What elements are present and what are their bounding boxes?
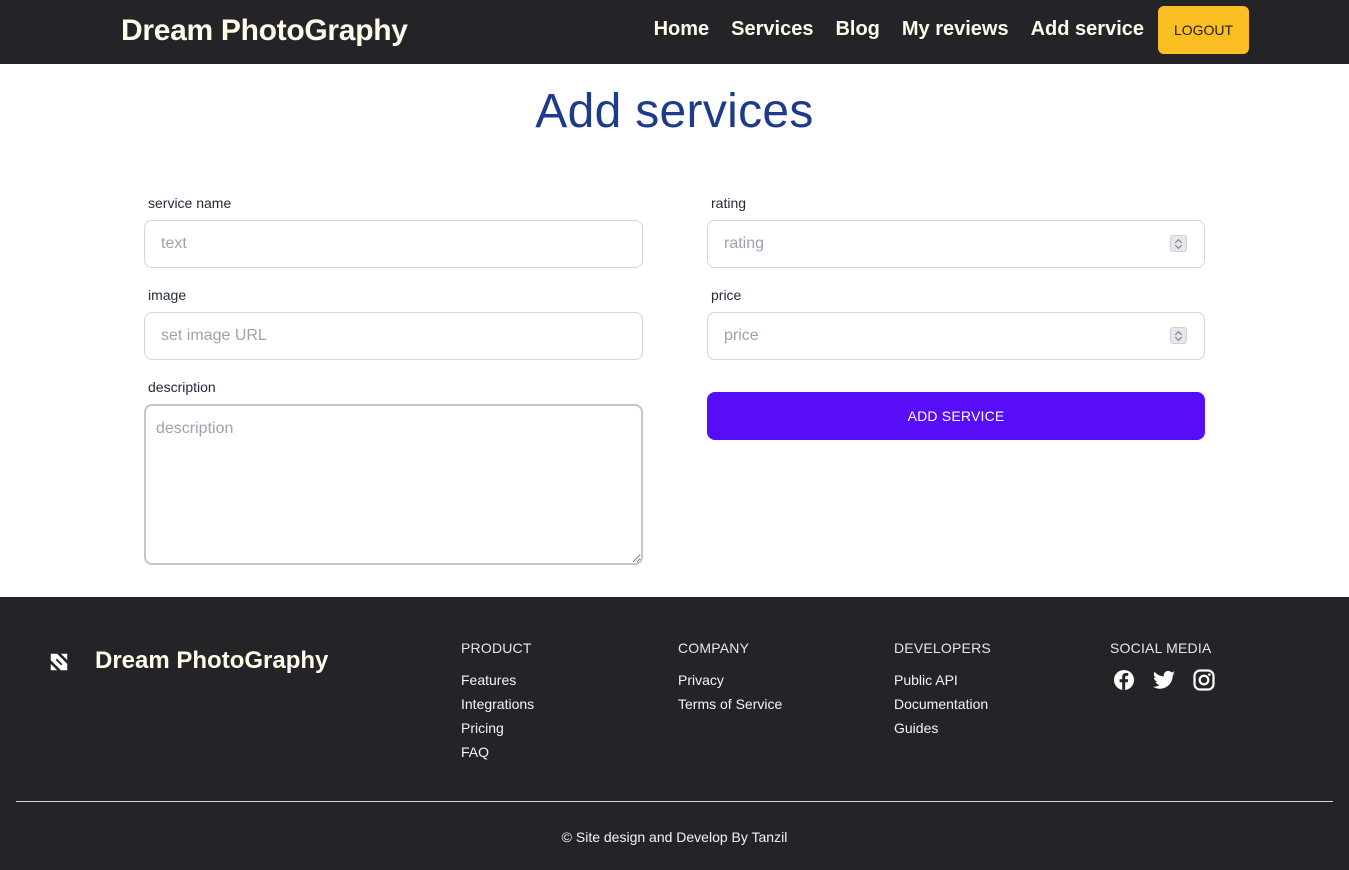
price-input[interactable] [707, 312, 1205, 360]
footer-link-documentation[interactable]: Documentation [894, 692, 991, 716]
footer-social-column: SOCIAL MEDIA [1110, 640, 1216, 692]
price-spinner-icon[interactable] [1170, 327, 1187, 344]
site-brand[interactable]: Dream PhotoGraphy [121, 14, 408, 48]
footer-link-pricing[interactable]: Pricing [461, 716, 534, 740]
page-title: Add services [535, 85, 814, 138]
nav-add-service-link[interactable]: Add service [1031, 16, 1144, 42]
nav-my-reviews-link[interactable]: My reviews [902, 16, 1009, 42]
top-navbar: Dream PhotoGraphy Home Services Blog My … [0, 0, 1349, 64]
footer-link-guides[interactable]: Guides [894, 716, 991, 740]
nav-services-link[interactable]: Services [731, 16, 813, 42]
nav-home-link[interactable]: Home [654, 16, 710, 42]
footer-link-public-api[interactable]: Public API [894, 668, 991, 692]
logout-button[interactable]: LOGOUT [1158, 6, 1249, 54]
footer-company-heading: COMPANY [678, 640, 750, 656]
description-textarea[interactable] [144, 404, 643, 565]
facebook-icon[interactable] [1112, 668, 1136, 692]
footer-developers-column: DEVELOPERS Public API Documentation Guid… [894, 640, 991, 740]
footer-brand: Dream PhotoGraphy [95, 647, 329, 674]
footer-social-heading: SOCIAL MEDIA [1110, 640, 1212, 656]
footer-link-terms[interactable]: Terms of Service [678, 692, 782, 716]
price-label: price [711, 287, 742, 303]
brand-logo-icon [50, 653, 68, 671]
site-footer: Dream PhotoGraphy PRODUCT Features Integ… [0, 597, 1349, 870]
footer-product-heading: PRODUCT [461, 640, 532, 656]
twitter-icon[interactable] [1152, 668, 1176, 692]
nav-blog-link[interactable]: Blog [835, 16, 879, 42]
footer-company-column: COMPANY Privacy Terms of Service [678, 640, 782, 716]
footer-developers-heading: DEVELOPERS [894, 640, 991, 656]
social-icons [1112, 668, 1216, 692]
description-label: description [148, 379, 216, 395]
service-name-input[interactable] [144, 220, 643, 268]
main-nav: Home Services Blog My reviews Add servic… [632, 16, 1144, 42]
footer-divider [16, 801, 1333, 802]
copyright-text: © Site design and Develop By Tanzil [561, 829, 788, 845]
service-name-label: service name [148, 195, 232, 211]
instagram-icon[interactable] [1192, 668, 1216, 692]
image-label: image [148, 287, 187, 303]
footer-link-integrations[interactable]: Integrations [461, 692, 534, 716]
footer-link-features[interactable]: Features [461, 668, 534, 692]
footer-link-faq[interactable]: FAQ [461, 740, 534, 764]
rating-input[interactable] [707, 220, 1205, 268]
add-service-button[interactable]: ADD SERVICE [707, 392, 1205, 440]
footer-link-privacy[interactable]: Privacy [678, 668, 782, 692]
rating-label: rating [711, 195, 747, 211]
rating-spinner-icon[interactable] [1170, 235, 1187, 252]
footer-product-column: PRODUCT Features Integrations Pricing FA… [461, 640, 534, 764]
image-url-input[interactable] [144, 312, 643, 360]
